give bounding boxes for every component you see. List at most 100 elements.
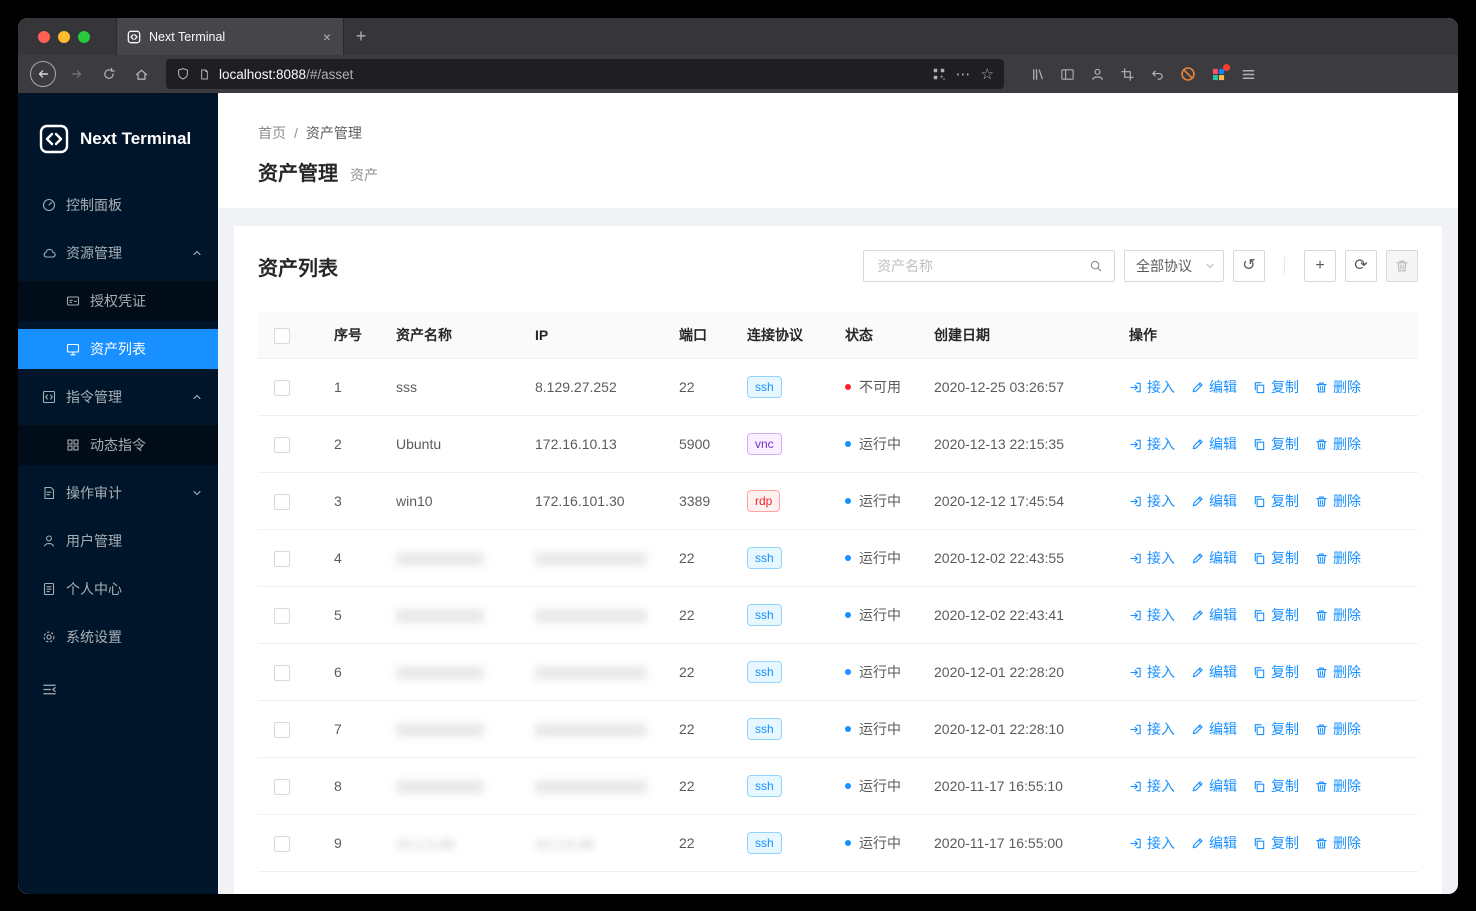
zoom-window-button[interactable]: [78, 30, 90, 43]
sidebar-item-dynamic-commands[interactable]: 动态指令: [18, 425, 218, 465]
delete-action[interactable]: 删除: [1315, 434, 1361, 454]
row-checkbox[interactable]: [274, 778, 290, 795]
asset-name-cell: [380, 586, 519, 644]
sidebar-item-commands[interactable]: 指令管理: [18, 377, 218, 417]
row-checkbox[interactable]: [274, 436, 290, 453]
connect-action[interactable]: 接入: [1129, 548, 1175, 568]
sidebar-item-settings[interactable]: 系统设置: [18, 617, 218, 657]
reset-search-button[interactable]: ↺: [1233, 250, 1265, 282]
connect-action[interactable]: 接入: [1129, 491, 1175, 511]
copy-action[interactable]: 复制: [1253, 662, 1299, 682]
protocol-select[interactable]: 全部协议: [1124, 250, 1224, 282]
copy-action[interactable]: 复制: [1253, 377, 1299, 397]
delete-action[interactable]: 删除: [1315, 719, 1361, 739]
url-text[interactable]: localhost:8088/#/asset: [219, 67, 924, 82]
row-checkbox[interactable]: [274, 379, 290, 396]
select-all-checkbox[interactable]: [274, 327, 290, 344]
asset-search-input[interactable]: [875, 257, 1083, 275]
delete-action[interactable]: 删除: [1315, 662, 1361, 682]
sidebar-item-users[interactable]: 用户管理: [18, 521, 218, 561]
blocker-extension-icon[interactable]: [1180, 66, 1196, 82]
row-checkbox[interactable]: [274, 721, 290, 738]
copy-action[interactable]: 复制: [1253, 434, 1299, 454]
block-icon: [66, 438, 80, 452]
asset-protocol-cell: rdp: [731, 472, 829, 530]
asset-created-cell: 2020-12-02 22:43:41: [918, 586, 1113, 644]
close-tab-icon[interactable]: ×: [321, 29, 333, 45]
account-icon[interactable]: [1090, 67, 1105, 82]
connect-action[interactable]: 接入: [1129, 605, 1175, 625]
connect-action[interactable]: 接入: [1129, 776, 1175, 796]
row-checkbox[interactable]: [274, 493, 290, 510]
delete-action[interactable]: 删除: [1315, 833, 1361, 853]
sidebar-item-resources[interactable]: 资源管理: [18, 233, 218, 273]
copy-action[interactable]: 复制: [1253, 719, 1299, 739]
page-actions-icon[interactable]: ⋯: [956, 67, 971, 82]
copy-action[interactable]: 复制: [1253, 548, 1299, 568]
sidebar-item-profile[interactable]: 个人中心: [18, 569, 218, 609]
delete-action[interactable]: 删除: [1315, 548, 1361, 568]
connect-action[interactable]: 接入: [1129, 377, 1175, 397]
row-checkbox[interactable]: [274, 550, 290, 567]
edit-action[interactable]: 编辑: [1191, 833, 1237, 853]
protocol-tag: ssh: [747, 718, 782, 740]
delete-action[interactable]: 删除: [1315, 605, 1361, 625]
connect-action[interactable]: 接入: [1129, 833, 1175, 853]
edit-action[interactable]: 编辑: [1191, 662, 1237, 682]
forward-button[interactable]: [62, 59, 92, 89]
edit-action[interactable]: 编辑: [1191, 377, 1237, 397]
screenshot-icon[interactable]: [1120, 67, 1135, 82]
sidebar-item-label: 动态指令: [90, 437, 146, 453]
edit-action[interactable]: 编辑: [1191, 434, 1237, 454]
copy-action[interactable]: 复制: [1253, 491, 1299, 511]
browser-tab[interactable]: Next Terminal ×: [116, 18, 344, 55]
asset-ip-cell: 10.1.5.49: [519, 814, 663, 872]
delete-action[interactable]: 删除: [1315, 776, 1361, 796]
asset-name-cell: win10: [380, 472, 519, 530]
edit-pencil-icon: [1192, 381, 1203, 392]
edit-action[interactable]: 编辑: [1191, 491, 1237, 511]
connect-action[interactable]: 接入: [1129, 662, 1175, 682]
connect-action[interactable]: 接入: [1129, 434, 1175, 454]
delete-action[interactable]: 删除: [1315, 491, 1361, 511]
undo-icon[interactable]: [1150, 67, 1165, 82]
bookmark-star-icon[interactable]: ☆: [981, 67, 994, 82]
row-checkbox[interactable]: [274, 835, 290, 852]
sidebar-collapse-button[interactable]: [18, 669, 218, 709]
hamburger-menu-icon[interactable]: [1241, 67, 1256, 82]
minimize-window-button[interactable]: [58, 30, 70, 43]
qr-scan-icon[interactable]: [932, 67, 946, 81]
sidebar-item-credentials[interactable]: 授权凭证: [18, 281, 218, 321]
copy-action[interactable]: 复制: [1253, 605, 1299, 625]
close-window-button[interactable]: [38, 30, 50, 43]
sidebars-icon[interactable]: [1060, 67, 1075, 82]
edit-action[interactable]: 编辑: [1191, 548, 1237, 568]
url-bar[interactable]: localhost:8088/#/asset ⋯ ☆: [166, 59, 1004, 89]
new-tab-button[interactable]: +: [344, 18, 378, 55]
batch-delete-button[interactable]: [1386, 250, 1418, 282]
copy-icon: [1254, 780, 1265, 792]
sidebar-item-audit[interactable]: 操作审计: [18, 473, 218, 513]
edit-action[interactable]: 编辑: [1191, 605, 1237, 625]
row-checkbox[interactable]: [274, 664, 290, 681]
copy-action[interactable]: 复制: [1253, 776, 1299, 796]
breadcrumb-home[interactable]: 首页: [258, 125, 286, 141]
refresh-table-button[interactable]: ⟳: [1345, 250, 1377, 282]
back-button[interactable]: [30, 61, 56, 87]
reload-button[interactable]: [94, 59, 124, 89]
extension-icon[interactable]: [1211, 63, 1230, 82]
site-info-icon[interactable]: [198, 68, 211, 81]
app-logo[interactable]: Next Terminal: [18, 93, 218, 181]
edit-action[interactable]: 编辑: [1191, 776, 1237, 796]
search-icon[interactable]: [1089, 259, 1103, 273]
edit-action[interactable]: 编辑: [1191, 719, 1237, 739]
home-button[interactable]: [126, 59, 156, 89]
delete-action[interactable]: 删除: [1315, 377, 1361, 397]
row-checkbox[interactable]: [274, 607, 290, 624]
library-icon[interactable]: [1030, 67, 1045, 82]
connect-action[interactable]: 接入: [1129, 719, 1175, 739]
add-asset-button[interactable]: +: [1304, 250, 1336, 282]
sidebar-item-dashboard[interactable]: 控制面板: [18, 185, 218, 225]
sidebar-item-asset-list[interactable]: 资产列表: [18, 329, 218, 369]
copy-action[interactable]: 复制: [1253, 833, 1299, 853]
